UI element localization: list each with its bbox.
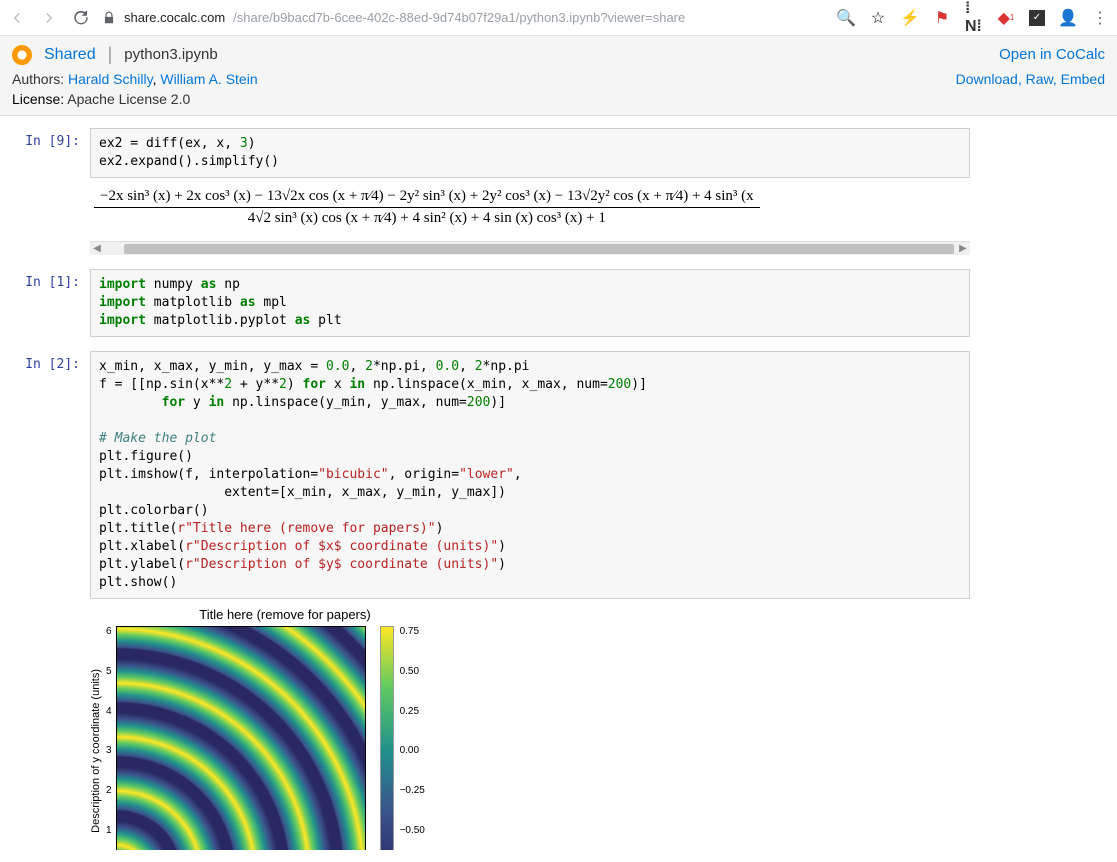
scrollbar-thumb[interactable]	[124, 244, 954, 254]
reload-icon[interactable]	[72, 9, 90, 27]
horizontal-scrollbar[interactable]: ◀ ▶	[90, 241, 970, 255]
authors-label: Authors:	[12, 71, 68, 87]
embed-link[interactable]: Embed	[1061, 71, 1105, 87]
url-path: /share/b9bacd7b-6cee-402c-88ed-9d74b07f2…	[233, 10, 685, 25]
input-prompt: In [9]:	[10, 128, 90, 255]
code-input[interactable]: ex2 = diff(ex, x, 3) ex2.expand().simpli…	[90, 128, 970, 178]
scroll-left-icon[interactable]: ◀	[90, 243, 104, 254]
license-value: Apache License 2.0	[67, 91, 190, 107]
plot-ylabel: Description of y coordinate (units)	[90, 669, 102, 833]
heatmap-canvas	[116, 626, 366, 850]
code-cell: In [2]: x_min, x_max, y_min, y_max = 0.0…	[100, 351, 1097, 850]
plot-title: Title here (remove for papers)	[160, 607, 410, 622]
profile-icon[interactable]: 👤	[1059, 9, 1077, 27]
url-host: share.cocalc.com	[124, 10, 225, 25]
star-icon[interactable]: ☆	[869, 9, 887, 27]
raw-link[interactable]: Raw	[1026, 71, 1053, 87]
math-denominator: 4√2 sin³ (x) cos (x + π⁄4) + 4 sin² (x) …	[242, 208, 612, 229]
author-link-2[interactable]: William A. Stein	[160, 71, 257, 87]
download-link[interactable]: Download	[956, 71, 1018, 87]
n-ext-icon[interactable]: ⁞N⁞	[965, 9, 983, 27]
code-cell: In [1]: import numpy as np import matplo…	[100, 269, 1097, 337]
breadcrumb-divider: |	[108, 44, 113, 65]
cocalc-header: Shared | python3.ipynb Open in CoCalc Au…	[0, 36, 1117, 116]
code-input[interactable]: import numpy as np import matplotlib as …	[90, 269, 970, 337]
shared-link[interactable]: Shared	[44, 46, 96, 64]
colorbar	[380, 626, 394, 850]
bolt-icon[interactable]: ⚡	[901, 9, 919, 27]
flag-icon[interactable]: ⚑	[933, 9, 951, 27]
forward-icon[interactable]	[40, 9, 58, 27]
shield-icon[interactable]: ◆1	[997, 9, 1015, 27]
input-prompt: In [1]:	[10, 269, 90, 337]
lock-icon	[102, 11, 116, 25]
license-label: License:	[12, 91, 67, 107]
math-output: −2x sin³ (x) + 2x cos³ (x) − 13√2x cos (…	[90, 178, 970, 237]
notebook-scroll-area[interactable]: In [9]: ex2 = diff(ex, x, 3) ex2.expand(…	[0, 116, 1117, 850]
plot-yticks: 6 5 4 3 2 1 0	[106, 626, 116, 850]
input-prompt: In [2]:	[10, 351, 90, 850]
filename-label: python3.ipynb	[124, 46, 217, 63]
math-numerator: −2x sin³ (x) + 2x cos³ (x) − 13√2x cos (…	[94, 186, 760, 208]
author-link-1[interactable]: Harald Schilly	[68, 71, 153, 87]
colorbar-ticks: 0.75 0.50 0.25 0.00 −0.25 −0.50 −0.75	[400, 626, 425, 850]
browser-toolbar: share.cocalc.com/share/b9bacd7b-6cee-402…	[0, 0, 1117, 36]
plot-output: Title here (remove for papers) Descripti…	[90, 599, 970, 850]
code-input[interactable]: x_min, x_max, y_min, y_max = 0.0, 2*np.p…	[90, 351, 970, 599]
scroll-right-icon[interactable]: ▶	[956, 243, 970, 254]
zoom-icon[interactable]: 🔍	[837, 9, 855, 27]
cocalc-logo-icon	[12, 45, 32, 65]
address-bar[interactable]: share.cocalc.com/share/b9bacd7b-6cee-402…	[102, 10, 825, 25]
check-ext-icon[interactable]: ✓	[1029, 10, 1045, 26]
back-icon[interactable]	[8, 9, 26, 27]
open-in-cocalc-link[interactable]: Open in CoCalc	[999, 46, 1105, 63]
code-cell: In [9]: ex2 = diff(ex, x, 3) ex2.expand(…	[100, 128, 1097, 255]
menu-dots-icon[interactable]: ⋮	[1091, 9, 1109, 27]
